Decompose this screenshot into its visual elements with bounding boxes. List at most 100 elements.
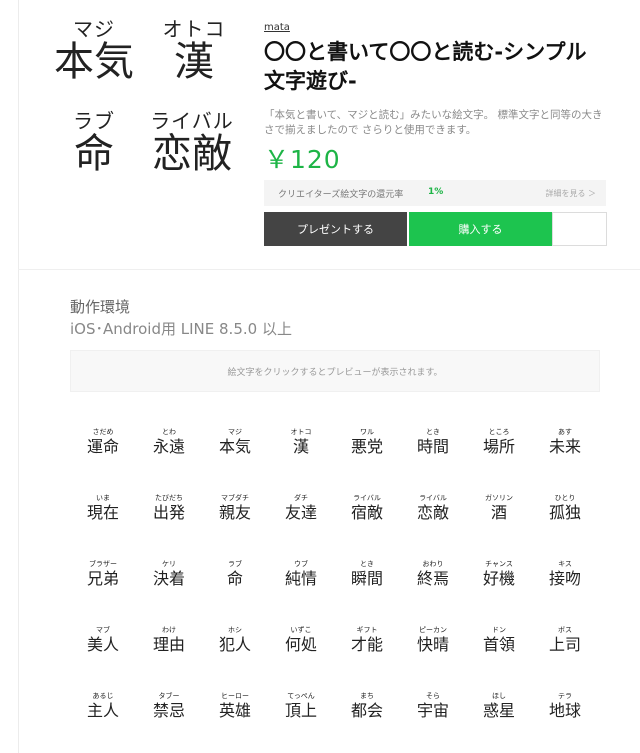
emoji-ruby: ダチ [294, 494, 308, 502]
emoji-item[interactable]: とき 時間 [400, 414, 466, 480]
emoji-ruby: ドン [492, 626, 506, 634]
emoji-kanji: 好機 [482, 569, 515, 588]
creator-rate-value: 1% [428, 187, 444, 197]
emoji-kanji: 本気 [218, 437, 251, 456]
favorite-button[interactable] [552, 212, 607, 246]
emoji-item[interactable]: タブー 禁忌 [136, 678, 202, 744]
emoji-ruby: ピーカン [419, 626, 447, 634]
product-price: ￥120 [264, 145, 341, 174]
emoji-kanji: 運命 [86, 437, 119, 456]
emoji-item[interactable]: ウブ 純情 [268, 546, 334, 612]
emoji-item[interactable]: たびだち 出発 [136, 480, 202, 546]
product-title: 〇〇と書いて〇〇と読む-シンプル文字遊び- [264, 40, 587, 93]
emoji-kanji: 主人 [86, 701, 119, 720]
emoji-kanji: 宿敵 [350, 503, 383, 522]
emoji-item[interactable]: ライバル 宿敵 [334, 480, 400, 546]
creator-rate-label: クリエイターズ絵文字の還元率 [278, 190, 404, 200]
emoji-item[interactable]: ところ 場所 [466, 414, 532, 480]
emoji-kanji: 終焉 [416, 569, 449, 588]
emoji-item[interactable]: ほし 惑星 [466, 678, 532, 744]
emoji-ruby: マブ [96, 626, 110, 634]
emoji-item[interactable]: あるじ 主人 [70, 678, 136, 744]
thumbnail-kanji: 恋敵 [152, 131, 232, 177]
emoji-ruby: タブー [158, 692, 180, 700]
emoji-item[interactable]: ワル 悪党 [334, 414, 400, 480]
emoji-ruby: あす [558, 428, 572, 436]
emoji-item[interactable]: そら 宇宙 [400, 678, 466, 744]
emoji-item[interactable]: ヒーロー 英雄 [202, 678, 268, 744]
emoji-grid: さだめ 運命 とわ 永遠 マジ 本気 オトコ漢ワル 悪党 とき 時間 ところ 場所 あす 未来 いま 現在 たび… [70, 414, 598, 744]
buy-button[interactable]: 購入する [409, 212, 552, 246]
emoji-ruby: ボス [558, 626, 572, 634]
emoji-ruby: いま [96, 494, 110, 502]
product-description: 「本気と書いて、マジと読む」みたいな絵文字。 標準文字と同等の大きさで揃えました… [264, 109, 603, 136]
emoji-kanji: 上司 [548, 635, 581, 654]
emoji-item[interactable]: テラ 地球 [532, 678, 598, 744]
emoji-kanji: 永遠 [152, 437, 185, 456]
emoji-ruby: ホシ [228, 626, 242, 634]
emoji-item[interactable]: ボス 上司 [532, 612, 598, 678]
emoji-item[interactable]: いま 現在 [70, 480, 136, 546]
emoji-item[interactable]: ホシ 犯人 [202, 612, 268, 678]
emoji-item[interactable]: マブ 美人 [70, 612, 136, 678]
emoji-item[interactable]: マジ 本気 [202, 414, 268, 480]
emoji-item[interactable]: わけ 理由 [136, 612, 202, 678]
emoji-ruby: ひとり [554, 494, 576, 502]
emoji-kanji: 快晴 [416, 635, 449, 654]
emoji-ruby: ところ [488, 428, 510, 436]
emoji-kanji: 理由 [152, 635, 185, 654]
emoji-ruby: ガソリン [485, 494, 513, 502]
emoji-item[interactable]: ガソリン酒 [466, 480, 532, 546]
emoji-item[interactable]: さだめ 運命 [70, 414, 136, 480]
emoji-item[interactable]: ギフト 才能 [334, 612, 400, 678]
emoji-item[interactable]: ケリ 決着 [136, 546, 202, 612]
emoji-item[interactable]: ラブ命 [202, 546, 268, 612]
emoji-ruby: ほし [492, 692, 506, 700]
emoji-kanji: 孤独 [548, 503, 581, 522]
emoji-item[interactable]: ライバル 恋敵 [400, 480, 466, 546]
emoji-item[interactable]: キス 接吻 [532, 546, 598, 612]
emoji-item[interactable]: まち 都会 [334, 678, 400, 744]
preview-hint: 絵文字をクリックするとプレビューが表示されます。 [227, 367, 443, 378]
emoji-ruby: ウブ [294, 560, 308, 568]
emoji-kanji: 現在 [86, 503, 119, 522]
emoji-ruby: たびだち [155, 494, 183, 502]
emoji-item[interactable]: チャンス 好機 [466, 546, 532, 612]
gift-button[interactable]: プレゼントする [264, 212, 407, 246]
emoji-item[interactable]: あす 未来 [532, 414, 598, 480]
author-link[interactable]: mata [264, 22, 290, 33]
emoji-kanji: 未来 [548, 437, 581, 456]
emoji-item[interactable]: マブダチ 親友 [202, 480, 268, 546]
emoji-item[interactable]: いずこ 何処 [268, 612, 334, 678]
emoji-kanji: 命 [226, 569, 243, 588]
emoji-item[interactable]: とき 瞬間 [334, 546, 400, 612]
thumbnail-kanji: 漢 [174, 39, 214, 85]
emoji-kanji: 親友 [218, 503, 251, 522]
emoji-kanji: 純情 [284, 569, 317, 588]
emoji-kanji: 美人 [86, 635, 119, 654]
emoji-item[interactable]: ひとり 孤独 [532, 480, 598, 546]
emoji-kanji: 接吻 [548, 569, 581, 588]
environment-label: 動作環境 [70, 298, 131, 316]
emoji-item[interactable]: てっぺん 頂上 [268, 678, 334, 744]
emoji-item[interactable]: ブラザー 兄弟 [70, 546, 136, 612]
creator-rate-bar: クリエイターズ絵文字の還元率 1% 詳細を見る ＞ [264, 180, 606, 206]
details-link[interactable]: 詳細を見る ＞ [545, 188, 596, 199]
emoji-ruby: あるじ [92, 692, 114, 700]
preview-area: 絵文字をクリックするとプレビューが表示されます。 [70, 350, 600, 392]
emoji-item[interactable]: ピーカン 快晴 [400, 612, 466, 678]
emoji-ruby: ライバル [353, 494, 381, 502]
emoji-ruby: テラ [558, 692, 572, 700]
emoji-item[interactable]: オトコ漢 [268, 414, 334, 480]
emoji-ruby: ライバル [419, 494, 447, 502]
emoji-item[interactable]: とわ 永遠 [136, 414, 202, 480]
thumbnail-ruby: マジ [73, 17, 115, 41]
emoji-item[interactable]: ドン 首領 [466, 612, 532, 678]
emoji-ruby: オトコ [290, 428, 312, 436]
emoji-ruby: まち [360, 692, 374, 700]
emoji-kanji: 都会 [350, 701, 383, 720]
emoji-ruby: ラブ [228, 560, 242, 568]
emoji-item[interactable]: ダチ 友達 [268, 480, 334, 546]
emoji-item[interactable]: おわり 終焉 [400, 546, 466, 612]
emoji-ruby: チャンス [485, 560, 513, 568]
